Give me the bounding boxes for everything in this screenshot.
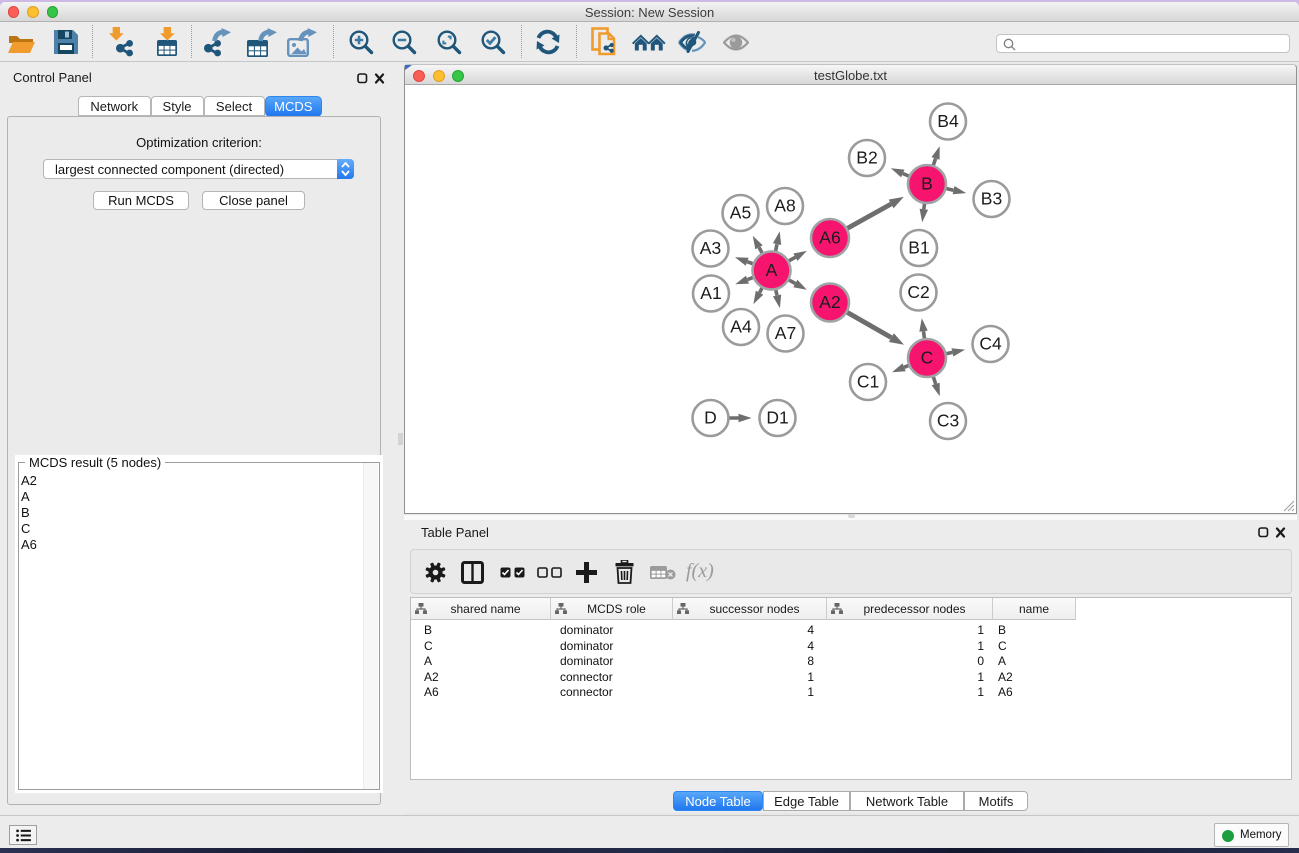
svg-text:A: A bbox=[766, 260, 778, 280]
svg-text:C1: C1 bbox=[857, 372, 879, 392]
svg-text:C: C bbox=[921, 348, 934, 368]
svg-text:B4: B4 bbox=[937, 111, 959, 131]
svg-text:A4: A4 bbox=[730, 317, 752, 337]
svg-text:A2: A2 bbox=[819, 292, 840, 312]
svg-text:A5: A5 bbox=[730, 203, 751, 223]
svg-text:B3: B3 bbox=[981, 189, 1002, 209]
svg-text:C3: C3 bbox=[937, 411, 959, 431]
svg-text:C4: C4 bbox=[979, 334, 1002, 354]
svg-text:D: D bbox=[704, 408, 717, 428]
svg-text:A8: A8 bbox=[774, 196, 795, 216]
svg-text:D1: D1 bbox=[766, 408, 788, 428]
svg-text:A1: A1 bbox=[700, 283, 721, 303]
svg-text:B: B bbox=[921, 174, 933, 194]
svg-text:A3: A3 bbox=[700, 238, 721, 258]
svg-text:C2: C2 bbox=[907, 282, 929, 302]
svg-text:A7: A7 bbox=[775, 323, 796, 343]
svg-text:B1: B1 bbox=[908, 238, 929, 258]
svg-text:A6: A6 bbox=[819, 228, 840, 248]
svg-text:B2: B2 bbox=[856, 148, 877, 168]
